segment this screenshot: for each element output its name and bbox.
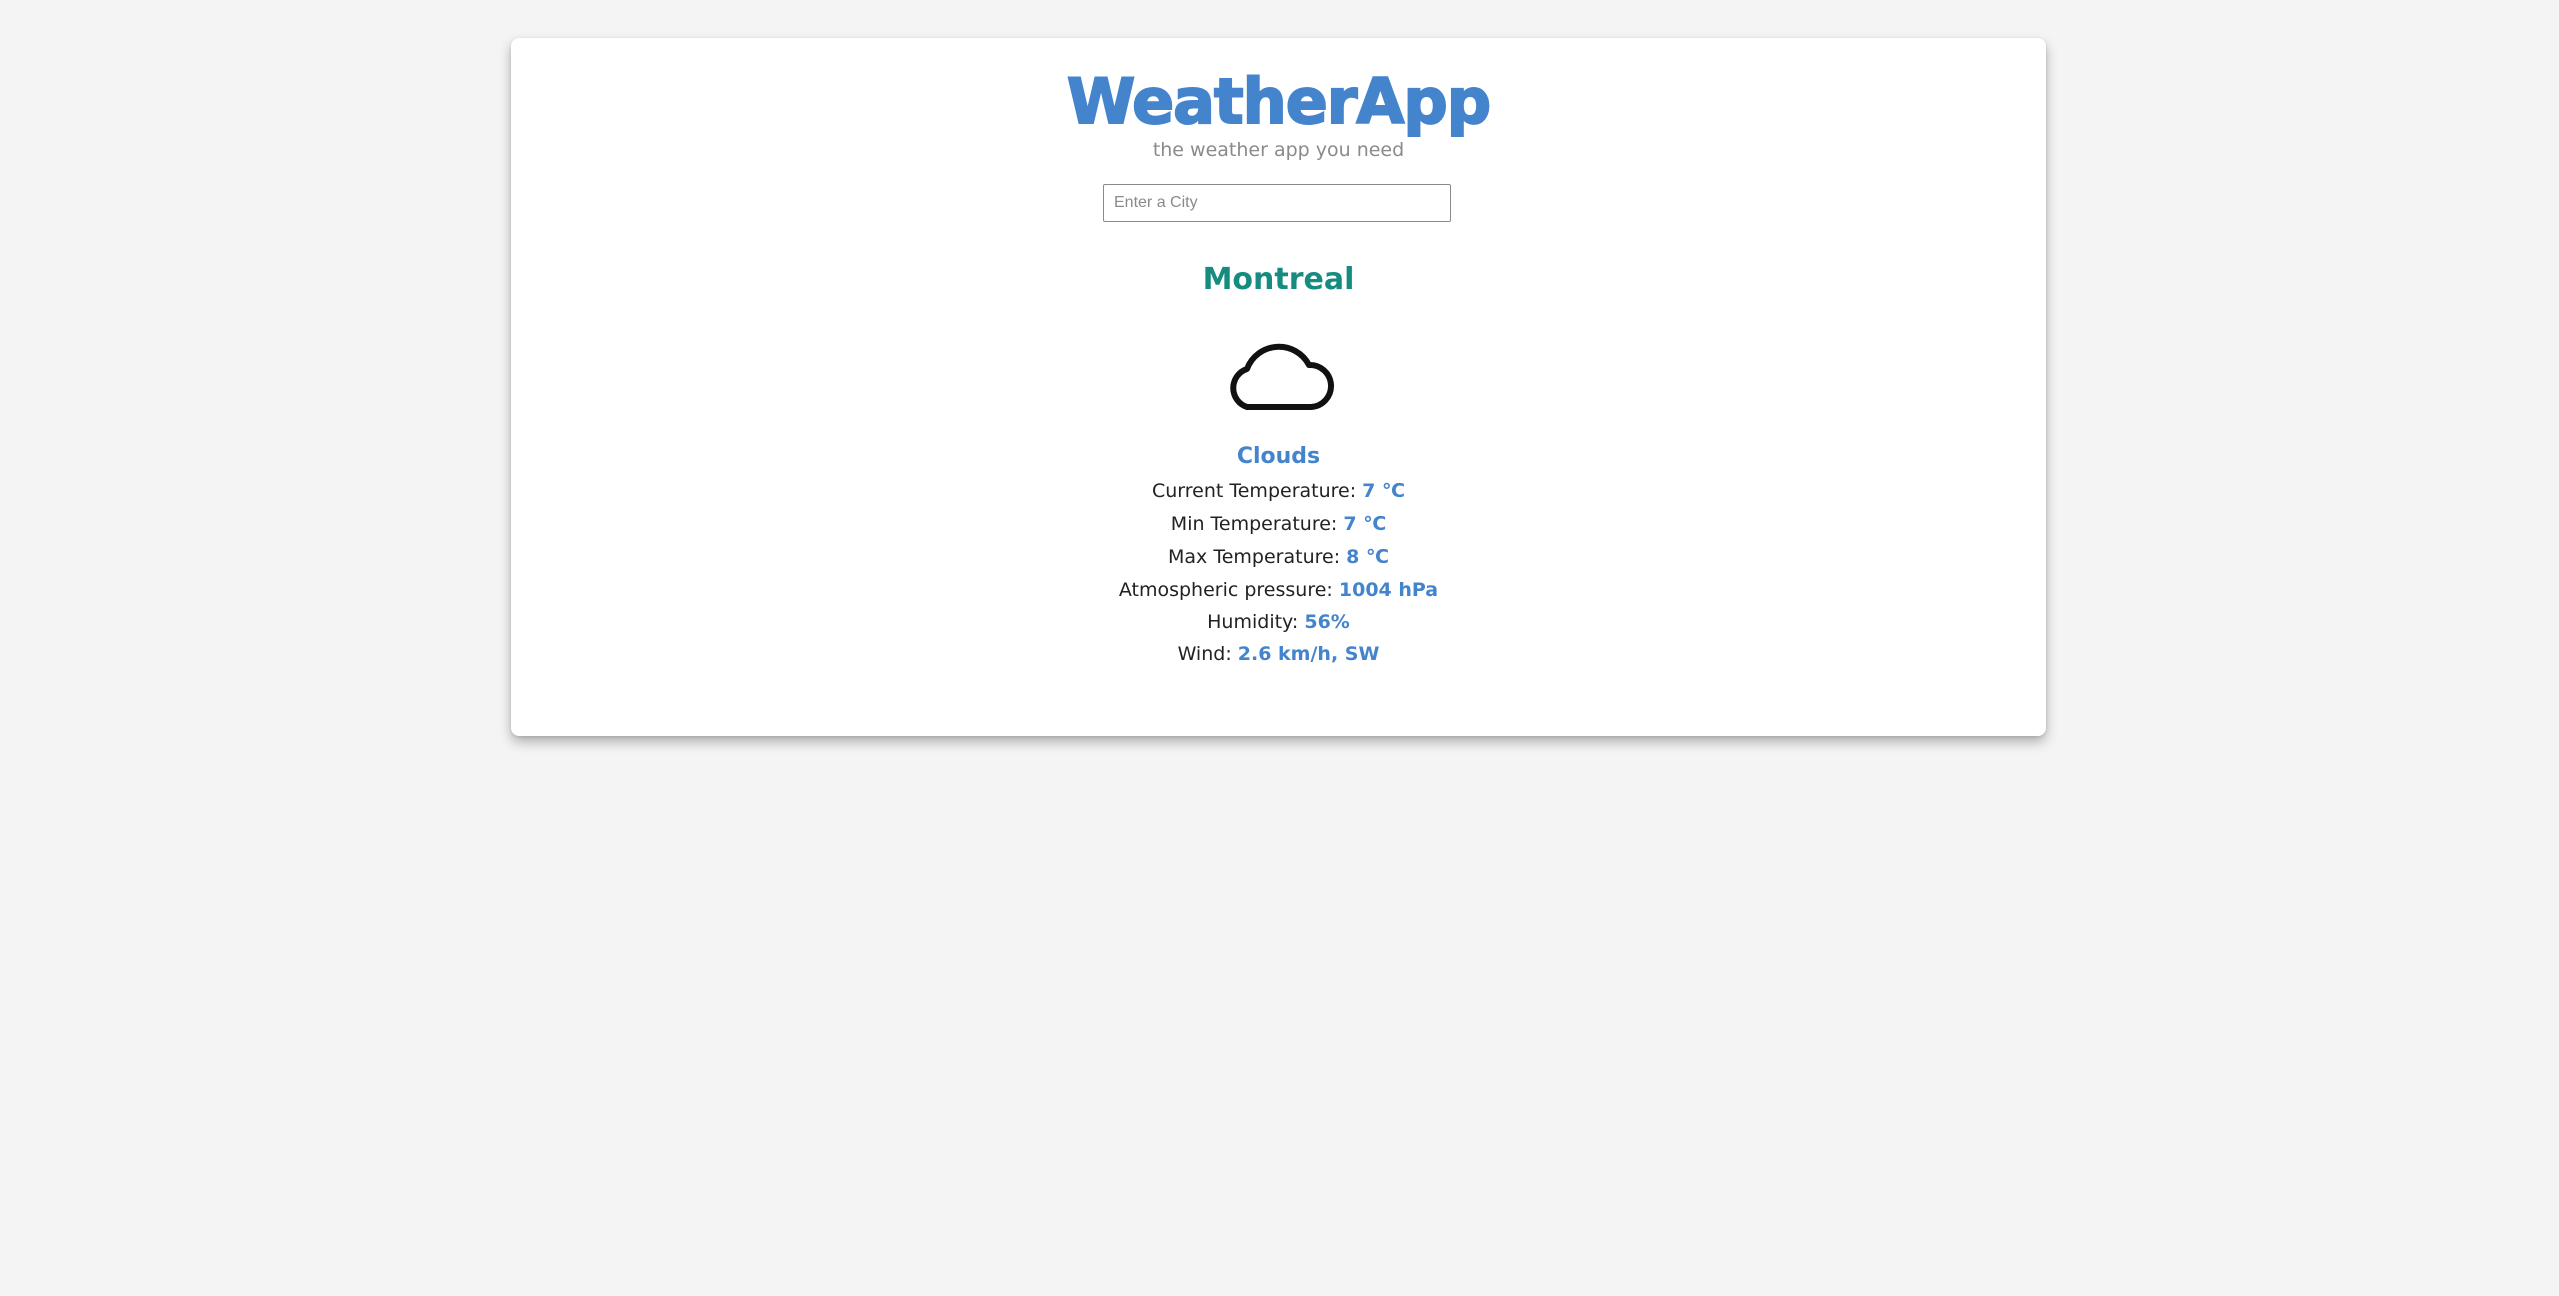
pressure-value: 1004 hPa — [1338, 579, 1439, 601]
humidity-value: 56% — [1304, 611, 1350, 633]
humidity-label: Humidity: — [1207, 611, 1305, 633]
app-title: WeatherApp — [1066, 65, 1492, 138]
max-temperature-label: Max Temperature: — [1168, 546, 1347, 568]
cloud-icon — [1230, 343, 1334, 410]
max-temperature-row: Max Temperature: 8 ℃ — [511, 546, 2046, 568]
min-temperature-label: Min Temperature: — [1170, 513, 1344, 535]
city-name: Montreal — [1202, 262, 1355, 297]
current-temperature-row: Current Temperature: 7 ℃ — [511, 480, 2046, 502]
max-temperature-value: 8 ℃ — [1346, 546, 1389, 568]
wind-value: 2.6 km/h, SW — [1237, 643, 1380, 665]
min-temperature-row: Min Temperature: 7 ℃ — [511, 513, 2046, 535]
app-tagline: the weather app you need — [1152, 139, 1405, 161]
current-temperature-value: 7 ℃ — [1362, 480, 1406, 502]
wind-row: Wind: 2.6 km/h, SW — [511, 643, 2046, 665]
current-temperature-label: Current Temperature: — [1151, 480, 1363, 502]
city-search-input[interactable] — [1103, 184, 1451, 222]
min-temperature-value: 7 ℃ — [1343, 513, 1387, 535]
weather-condition: Clouds — [1236, 444, 1321, 469]
weather-card: WeatherApp the weather app you need Mont… — [511, 38, 2046, 736]
pressure-row: Atmospheric pressure: 1004 hPa — [511, 579, 2046, 601]
humidity-row: Humidity: 56% — [511, 611, 2046, 633]
pressure-label: Atmospheric pressure: — [1118, 579, 1339, 601]
wind-label: Wind: — [1177, 643, 1238, 665]
